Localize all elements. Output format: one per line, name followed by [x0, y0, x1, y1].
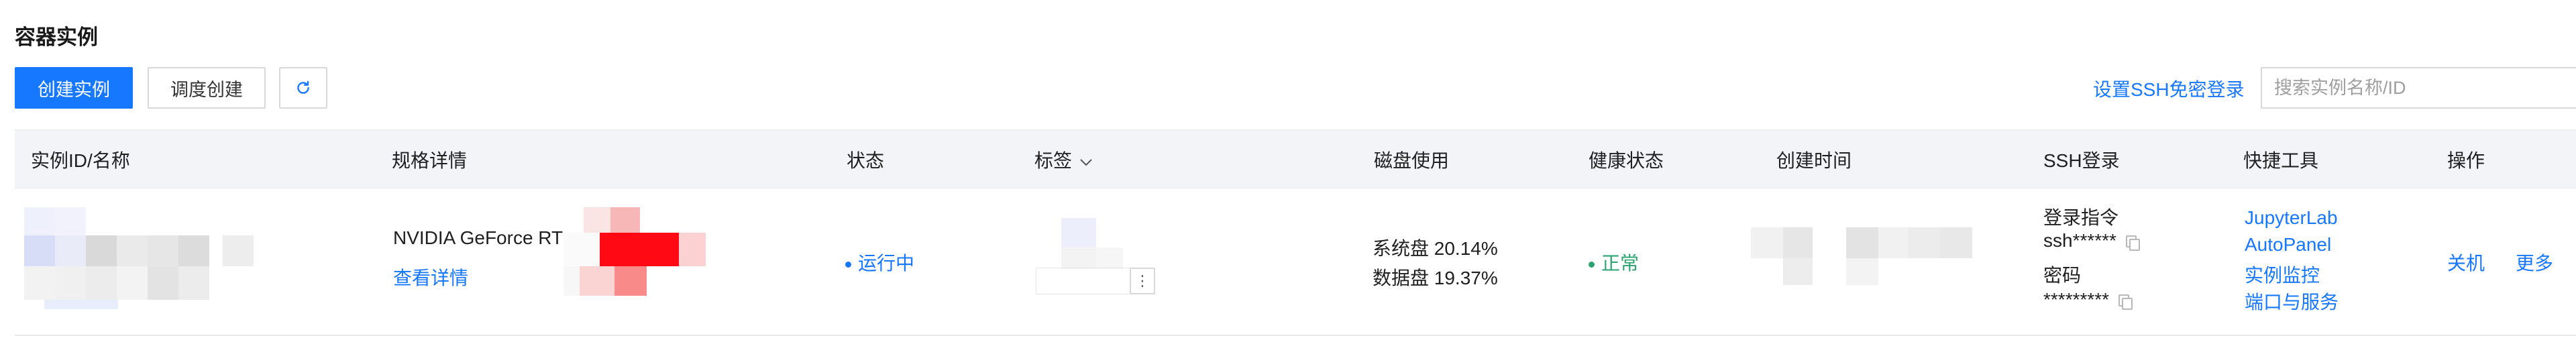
status-badge: 运行中 [845, 249, 914, 276]
tool-monitor-link[interactable]: 实例监控 [2245, 261, 2320, 288]
disk-data: 数据盘 19.37% [1373, 268, 1498, 288]
ssh-command-row: ssh****** [2043, 230, 2140, 251]
col-tags[interactable]: 标签 [1034, 146, 1093, 173]
col-ssh: SSH登录 [2043, 150, 2120, 171]
refresh-button[interactable] [279, 67, 327, 109]
col-id-name: 实例ID/名称 [31, 150, 130, 171]
col-spec: 规格详情 [392, 150, 468, 171]
col-status: 状态 [847, 150, 885, 171]
health-badge: 正常 [1589, 249, 1639, 276]
toolbar: 创建实例 调度创建 设置SSH免密登录 [15, 67, 2576, 111]
tool-ports-link[interactable]: 端口与服务 [2245, 288, 2339, 315]
col-tools: 快捷工具 [2243, 150, 2319, 171]
more-button[interactable]: 更多 [2516, 249, 2553, 276]
health-dot-icon [1589, 262, 1595, 268]
tool-autopanel-link[interactable]: AutoPanel [2245, 234, 2331, 256]
col-health: 健康状态 [1589, 150, 1664, 171]
col-actions: 操作 [2447, 150, 2485, 171]
create-instance-button[interactable]: 创建实例 [15, 67, 133, 109]
instance-table: 实例ID/名称 规格详情 状态 标签 磁盘使用 健康状态 创建时间 SSH登录 … [15, 129, 2576, 336]
tool-jupyterlab-link[interactable]: JupyterLab [2245, 207, 2338, 229]
status-text: 运行中 [858, 253, 915, 274]
col-created: 创建时间 [1776, 150, 1852, 171]
copy-icon[interactable] [2118, 294, 2133, 310]
more-icon[interactable]: ⋮ [1130, 268, 1155, 294]
col-tags-label: 标签 [1034, 150, 1073, 171]
spec-name: NVIDIA GeForce RT [393, 227, 564, 248]
ssh-password-value: ********* [2043, 289, 2110, 310]
col-disk: 磁盘使用 [1374, 150, 1450, 171]
health-text: 正常 [1601, 253, 1640, 274]
refresh-icon [297, 80, 309, 94]
disk-system: 系统盘 20.14% [1373, 238, 1498, 259]
shutdown-button[interactable]: 关机 [2447, 249, 2485, 276]
redacted-instance-id [24, 207, 266, 315]
ssh-password-row: ********* [2043, 289, 2133, 311]
copy-icon[interactable] [2125, 235, 2140, 251]
schedule-create-button[interactable]: 调度创建 [148, 67, 266, 109]
ssh-password-label: 密码 [2043, 265, 2082, 286]
status-dot-icon [845, 262, 851, 268]
search-input[interactable] [2261, 67, 2576, 109]
page-title: 容器实例 [15, 25, 98, 49]
ssh-passwordless-link[interactable]: 设置SSH免密登录 [2093, 75, 2245, 102]
table-row: NVIDIA GeForce RT 查看详情 运行中 ⋮ 系统盘 20.14% … [15, 188, 2576, 336]
redacted-spec [564, 207, 745, 306]
spec-detail-link[interactable]: 查看详情 [393, 264, 468, 290]
ssh-command-label: 登录指令 [2043, 207, 2119, 228]
table-header: 实例ID/名称 规格详情 状态 标签 磁盘使用 健康状态 创建时间 SSH登录 … [15, 129, 2576, 188]
chevron-down-icon[interactable] [1079, 157, 1093, 168]
redacted-created-time [1751, 227, 1992, 289]
ssh-command-value: ssh****** [2043, 230, 2116, 251]
